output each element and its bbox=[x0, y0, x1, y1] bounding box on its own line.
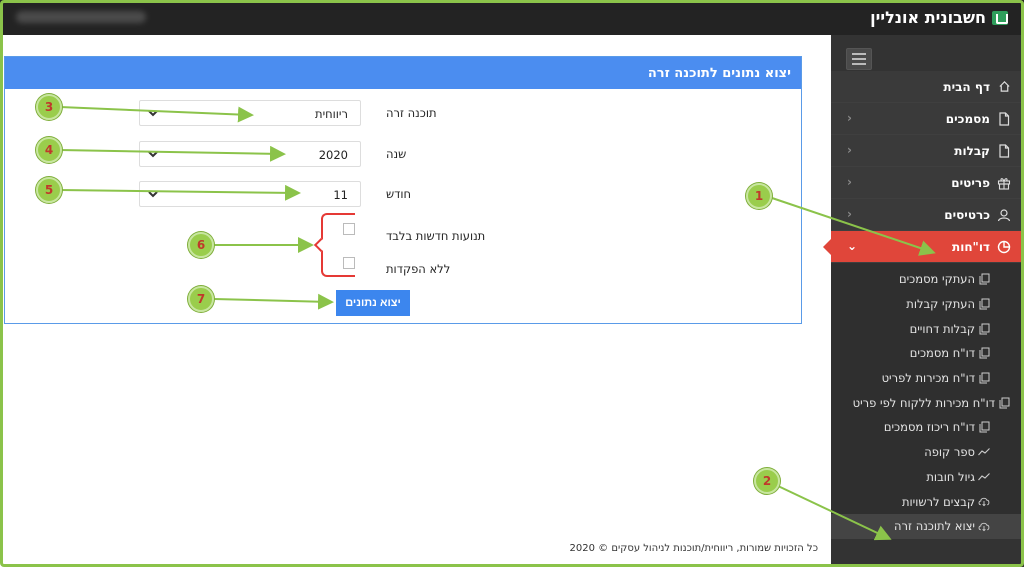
menu-toggle-icon[interactable] bbox=[846, 48, 872, 70]
chevron-down-icon bbox=[146, 106, 160, 120]
submenu-item[interactable]: קבלות דחויים bbox=[831, 316, 1024, 341]
sidebar-item-receipts[interactable]: קבלות ‹ bbox=[831, 135, 1024, 167]
sidebar-item-documents[interactable]: מסמכים ‹ bbox=[831, 103, 1024, 135]
year-label: שנה bbox=[386, 147, 407, 161]
blurred-user-info bbox=[16, 11, 146, 23]
month-label: חודש bbox=[386, 187, 412, 201]
copy-icon bbox=[978, 323, 990, 335]
software-select[interactable]: ריווחית bbox=[139, 100, 361, 126]
copy-icon bbox=[978, 421, 990, 433]
reports-submenu: העתקי מסמכים העתקי קבלות קבלות דחויים דו… bbox=[831, 263, 1024, 539]
panel-title: יצוא נתונים לתוכנה זרה bbox=[5, 57, 801, 89]
brand-name: חשבונית אונליין bbox=[870, 8, 986, 27]
submenu-item[interactable]: העתקי מסמכים bbox=[831, 267, 1024, 292]
annotation-marker-6: 6 bbox=[188, 232, 214, 258]
copy-icon bbox=[978, 273, 990, 285]
chevron-down-icon: ⌄ bbox=[847, 239, 858, 253]
sidebar-item-home[interactable]: דף הבית bbox=[831, 71, 1024, 103]
sidebar-item-reports[interactable]: דו"חות ⌄ bbox=[823, 231, 1024, 263]
year-value: 2020 bbox=[318, 148, 348, 162]
copy-icon bbox=[978, 372, 990, 384]
submenu-item[interactable]: ספר קופה bbox=[831, 440, 1024, 465]
chevron-down-icon bbox=[146, 147, 160, 161]
annotation-marker-4: 4 bbox=[36, 137, 62, 163]
pie-chart-icon bbox=[996, 239, 1012, 255]
sidebar-item-label: כרטיסים bbox=[944, 207, 990, 222]
annotation-marker-5: 5 bbox=[36, 177, 62, 203]
chevron-left-icon: ‹ bbox=[847, 207, 852, 221]
trend-icon bbox=[978, 471, 990, 483]
month-value: 11 bbox=[333, 188, 348, 202]
chevron-left-icon: ‹ bbox=[847, 111, 852, 125]
sidebar-item-label: דו"חות bbox=[952, 239, 990, 254]
sidebar: דף הבית מסמכים ‹ קבלות ‹ פריטים ‹ כרטיסי… bbox=[823, 35, 1024, 567]
no-deposits-label: ללא הפקדות bbox=[386, 262, 451, 276]
export-button[interactable]: יצוא נתונים bbox=[336, 290, 410, 316]
copy-icon bbox=[998, 397, 1010, 409]
chevron-left-icon: ‹ bbox=[847, 143, 852, 157]
chevron-left-icon: ‹ bbox=[847, 175, 852, 189]
submenu-item[interactable]: גיול חובות bbox=[831, 465, 1024, 490]
copy-icon bbox=[978, 347, 990, 359]
home-icon bbox=[996, 79, 1012, 95]
new-only-checkbox[interactable] bbox=[343, 223, 355, 235]
user-icon bbox=[996, 207, 1012, 223]
month-select[interactable]: 11 bbox=[139, 181, 361, 207]
annotation-marker-1: 1 bbox=[746, 183, 772, 209]
sidebar-item-label: קבלות bbox=[954, 143, 990, 158]
cloud-download-icon bbox=[978, 496, 990, 508]
submenu-item[interactable]: דו"ח מסמכים bbox=[831, 341, 1024, 366]
submenu-item[interactable]: קבצים לרשויות bbox=[831, 489, 1024, 514]
submenu-item[interactable]: העתקי קבלות bbox=[831, 292, 1024, 317]
cloud-download-icon bbox=[978, 520, 990, 532]
submenu-item-export[interactable]: יצוא לתוכנה זרה bbox=[831, 513, 1024, 539]
sidebar-item-cards[interactable]: כרטיסים ‹ bbox=[831, 199, 1024, 231]
logo-icon bbox=[992, 10, 1008, 25]
new-only-label: תנועות חדשות בלבד bbox=[386, 229, 486, 243]
sidebar-item-label: מסמכים bbox=[945, 111, 990, 126]
annotation-marker-7: 7 bbox=[188, 286, 214, 312]
software-value: ריווחית bbox=[315, 107, 348, 121]
trend-icon bbox=[978, 446, 990, 458]
sidebar-item-items[interactable]: פריטים ‹ bbox=[831, 167, 1024, 199]
sidebar-item-label: פריטים bbox=[951, 175, 990, 190]
gift-icon bbox=[996, 175, 1012, 191]
sidebar-nav: דף הבית מסמכים ‹ קבלות ‹ פריטים ‹ כרטיסי… bbox=[823, 71, 1024, 539]
document-icon bbox=[996, 111, 1012, 127]
software-label: תוכנה זרה bbox=[386, 106, 437, 120]
receipt-icon bbox=[996, 143, 1012, 159]
copy-icon bbox=[978, 298, 990, 310]
footer-copyright: כל הזכויות שמורות, ריווחית/תוכנות לניהול… bbox=[569, 543, 818, 554]
chevron-down-icon bbox=[146, 187, 160, 201]
year-select[interactable]: 2020 bbox=[139, 141, 361, 167]
submenu-item[interactable]: דו"ח ריכוז מסמכים bbox=[831, 415, 1024, 440]
brand[interactable]: חשבונית אונליין bbox=[870, 8, 1008, 27]
annotation-marker-3: 3 bbox=[36, 94, 62, 120]
annotation-marker-2: 2 bbox=[754, 468, 780, 494]
sidebar-item-label: דף הבית bbox=[943, 79, 990, 94]
top-bar: חשבונית אונליין bbox=[0, 0, 1024, 35]
submenu-item[interactable]: דו"ח מכירות ללקוח לפי פריט bbox=[831, 390, 1024, 415]
submenu-item[interactable]: דו"ח מכירות לפריט bbox=[831, 366, 1024, 391]
no-deposits-checkbox[interactable] bbox=[343, 257, 355, 269]
